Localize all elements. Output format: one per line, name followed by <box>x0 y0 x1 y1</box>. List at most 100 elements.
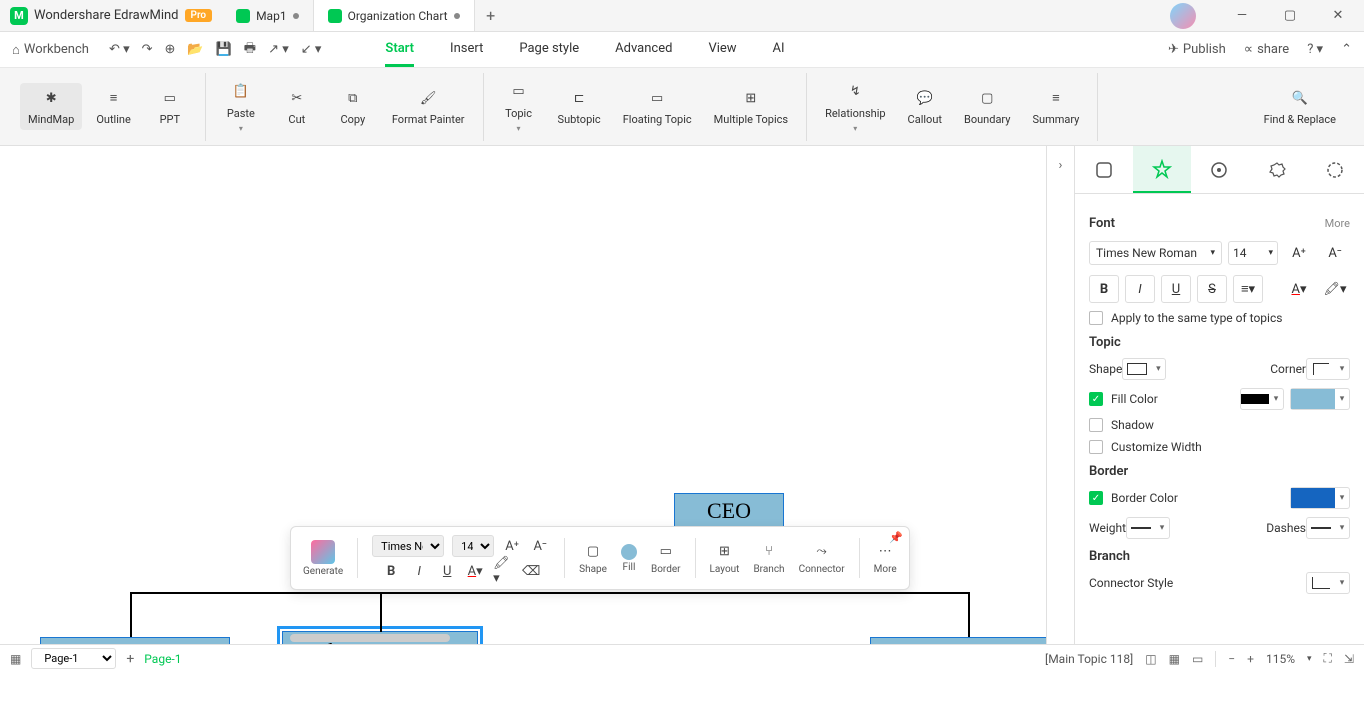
minimize-button[interactable]: — <box>1220 1 1264 31</box>
menu-advanced[interactable]: Advanced <box>615 33 672 67</box>
view-mode-1-icon[interactable]: ◫ <box>1145 652 1156 666</box>
callout-button[interactable]: 💬Callout <box>900 83 950 130</box>
add-tab-button[interactable]: + <box>475 0 507 31</box>
increase-font-button[interactable]: A⁺ <box>1284 239 1314 267</box>
fill-color-select[interactable]: ▾ <box>1290 388 1350 410</box>
paste-button[interactable]: 📋Paste▾ <box>216 77 266 137</box>
panel-tab-history[interactable] <box>1306 146 1364 193</box>
dashes-select[interactable]: ▾ <box>1306 517 1350 539</box>
ft-generate[interactable]: Generate <box>299 540 347 577</box>
boundary-button[interactable]: ▢Boundary <box>956 83 1018 130</box>
ft-shape[interactable]: ▢Shape <box>575 542 611 575</box>
export-icon[interactable]: ↗ ▾ <box>268 42 289 57</box>
menu-start[interactable]: Start <box>385 33 414 67</box>
pin-icon[interactable]: 📌 <box>889 531 903 544</box>
print-icon[interactable]: 🖶 <box>244 39 256 61</box>
redo-icon[interactable]: ↷ <box>142 42 153 57</box>
ft-connector[interactable]: ⤳Connector <box>795 542 849 575</box>
undo-icon[interactable]: ↶ ▾ <box>109 42 130 57</box>
node-event[interactable]: Event Management <box>870 637 1046 644</box>
italic-icon[interactable]: I <box>409 561 429 581</box>
bold-button[interactable]: B <box>1089 275 1119 303</box>
summary-button[interactable]: ≡Summary <box>1024 83 1087 130</box>
highlight-button[interactable]: 🖍▾ <box>1320 275 1350 303</box>
node-hr[interactable]: HR Management <box>40 637 230 644</box>
menu-insert[interactable]: Insert <box>450 33 483 67</box>
outline-mode-button[interactable]: ≡Outline <box>88 83 139 130</box>
horizontal-scrollbar[interactable] <box>290 634 450 642</box>
strikethrough-button[interactable]: S <box>1197 275 1227 303</box>
topic-button[interactable]: ▭Topic▾ <box>494 77 544 137</box>
zoom-level[interactable]: 115% <box>1266 652 1295 666</box>
import-icon[interactable]: ↙ ▾ <box>301 42 322 57</box>
view-mode-3-icon[interactable]: ▭ <box>1192 652 1203 666</box>
underline-button[interactable]: U <box>1161 275 1191 303</box>
share-button[interactable]: ∝share <box>1244 42 1289 57</box>
node-ceo[interactable]: CEO <box>674 493 784 529</box>
customize-width-checkbox[interactable]: Customize Width <box>1089 440 1350 454</box>
ft-border[interactable]: ▭Border <box>647 542 685 575</box>
border-color-checkbox[interactable]: ✓Border Color <box>1089 491 1178 505</box>
fill-pattern-select[interactable]: ▾ <box>1240 388 1284 410</box>
relationship-button[interactable]: ↯Relationship▾ <box>817 77 893 137</box>
tab-organization-chart[interactable]: Organization Chart <box>314 0 475 31</box>
fullscreen-icon[interactable]: ⇲ <box>1344 652 1354 666</box>
highlight-icon[interactable]: 🖍▾ <box>493 561 513 581</box>
fit-screen-icon[interactable]: ⛶ <box>1324 651 1332 666</box>
shape-select[interactable]: ▾ <box>1122 358 1166 380</box>
connector-style-select[interactable]: ▾ <box>1306 572 1350 594</box>
fill-color-checkbox[interactable]: ✓Fill Color <box>1089 392 1158 406</box>
weight-select[interactable]: ▾ <box>1126 517 1170 539</box>
multiple-topics-button[interactable]: ⊞Multiple Topics <box>706 83 796 130</box>
underline-icon[interactable]: U <box>437 561 457 581</box>
menu-view[interactable]: View <box>708 33 736 67</box>
zoom-in-button[interactable]: + <box>1247 652 1254 666</box>
find-replace-button[interactable]: 🔍Find & Replace <box>1256 83 1344 130</box>
save-icon[interactable]: 💾 <box>216 42 232 57</box>
subtopic-button[interactable]: ⊏Subtopic <box>550 83 609 130</box>
help-icon[interactable]: ? ▾ <box>1307 42 1323 57</box>
ft-branch[interactable]: ⑂Branch <box>749 542 788 575</box>
decrease-font-icon[interactable]: A⁻ <box>530 536 550 556</box>
font-size-select[interactable]: 14 <box>452 535 494 557</box>
user-avatar[interactable] <box>1170 3 1196 29</box>
decrease-font-button[interactable]: A⁻ <box>1320 239 1350 267</box>
open-icon[interactable]: 📂 <box>187 42 203 57</box>
font-color-icon[interactable]: A▾ <box>465 561 485 581</box>
menu-page-style[interactable]: Page style <box>519 33 579 67</box>
copy-button[interactable]: ⧉Copy <box>328 83 378 130</box>
publish-button[interactable]: ✈Publish <box>1168 42 1226 57</box>
panel-tab-style[interactable] <box>1133 146 1191 193</box>
workbench-button[interactable]: ⌂ Workbench <box>12 42 89 58</box>
tab-map1[interactable]: Map1 <box>222 0 314 31</box>
font-family-select[interactable]: Times New Roman▾ <box>1089 241 1222 265</box>
font-size-select[interactable]: 14▾ <box>1228 241 1278 265</box>
add-page-button[interactable]: + <box>126 651 134 667</box>
more-link[interactable]: More <box>1325 217 1350 230</box>
close-button[interactable]: ✕ <box>1316 1 1360 31</box>
active-page-label[interactable]: Page-1 <box>144 652 181 666</box>
font-family-select[interactable]: Times New <box>372 535 444 557</box>
ft-fill[interactable]: Fill <box>617 544 641 573</box>
apply-same-type-checkbox[interactable]: Apply to the same type of topics <box>1089 311 1350 325</box>
mindmap-mode-button[interactable]: ✱MindMap <box>20 83 82 130</box>
floating-topic-button[interactable]: ▭Floating Topic <box>615 83 700 130</box>
ppt-mode-button[interactable]: ▭PPT <box>145 83 195 130</box>
format-painter-button[interactable]: 🖌Format Painter <box>384 83 473 130</box>
view-mode-2-icon[interactable]: ▦ <box>1169 652 1180 666</box>
collapse-ribbon-icon[interactable]: ⌃ <box>1341 42 1352 57</box>
shadow-checkbox[interactable]: Shadow <box>1089 418 1350 432</box>
bold-icon[interactable]: B <box>381 561 401 581</box>
border-color-select[interactable]: ▾ <box>1290 487 1350 509</box>
new-icon[interactable]: ⊕ <box>165 42 176 57</box>
ft-more[interactable]: ⋯More <box>870 542 901 575</box>
clear-format-icon[interactable]: ⌫ <box>521 561 541 581</box>
align-button[interactable]: ≡▾ <box>1233 275 1263 303</box>
menu-ai[interactable]: AI <box>773 33 785 67</box>
ft-layout[interactable]: ⊞Layout <box>706 542 744 575</box>
panel-tab-settings[interactable] <box>1248 146 1306 193</box>
maximize-button[interactable]: ▢ <box>1268 1 1312 31</box>
italic-button[interactable]: I <box>1125 275 1155 303</box>
pages-icon[interactable]: ▦ <box>10 652 21 666</box>
panel-tab-tag[interactable] <box>1191 146 1249 193</box>
